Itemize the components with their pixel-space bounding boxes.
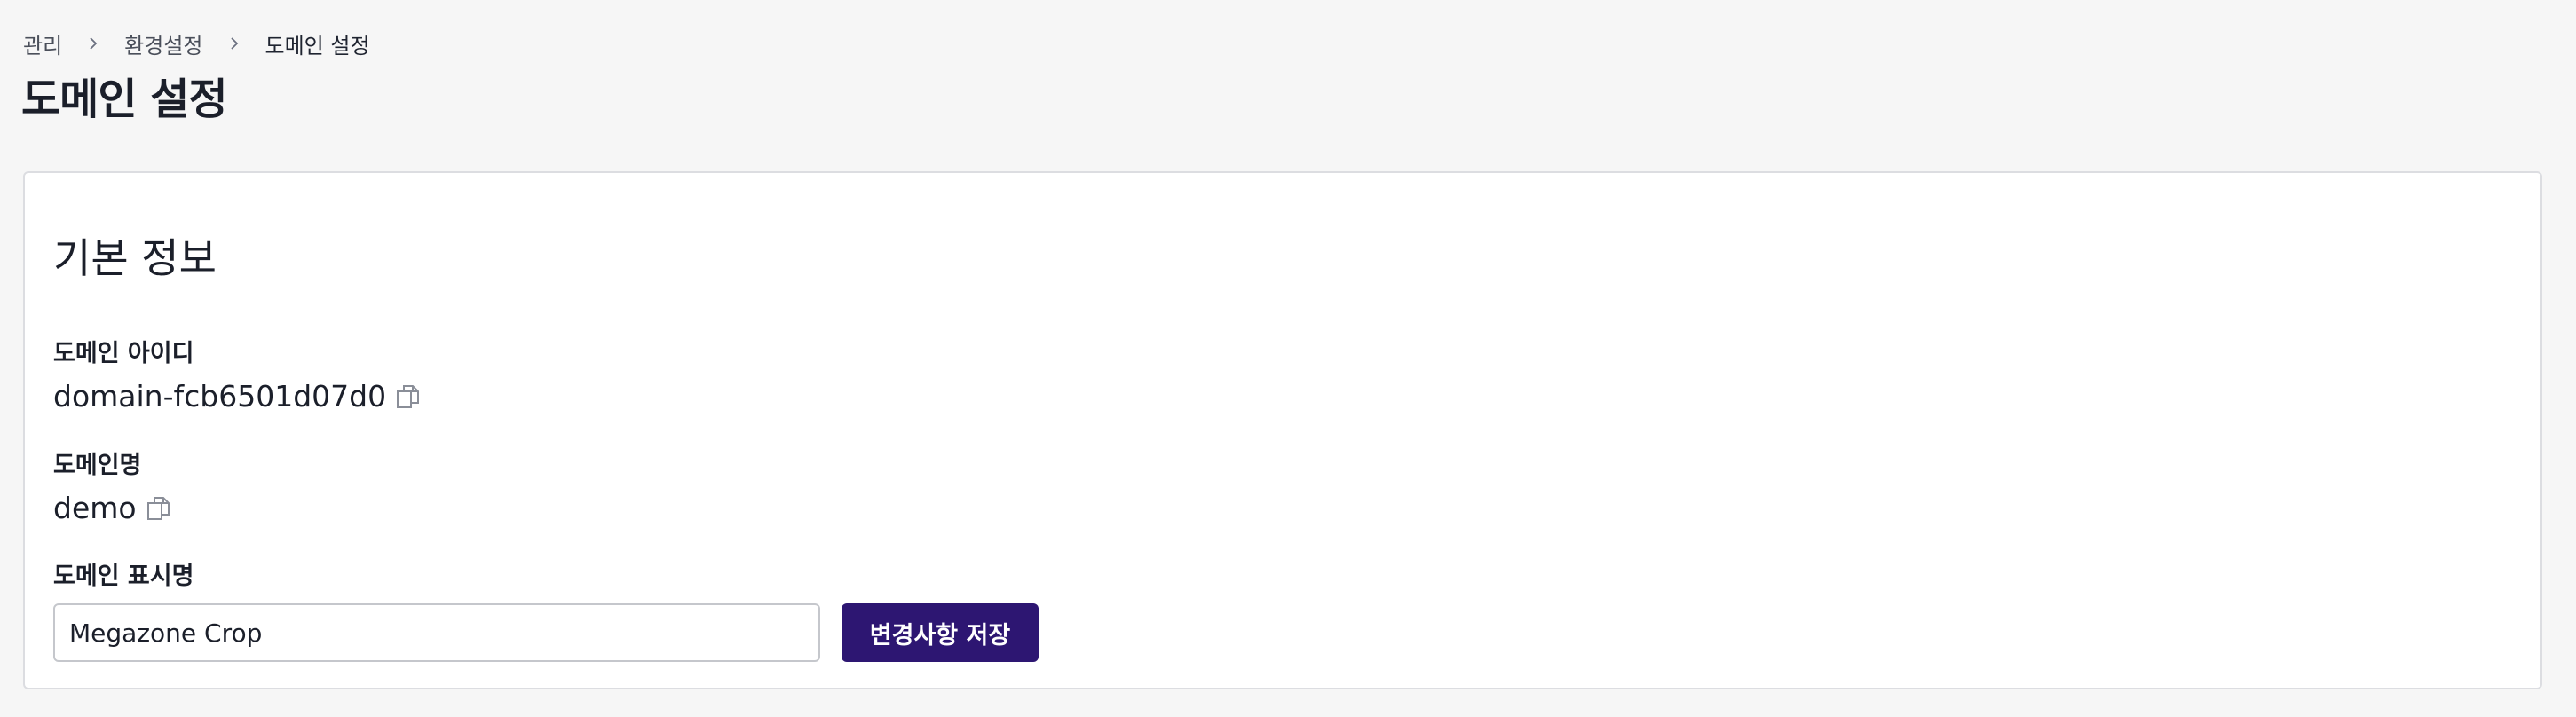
- display-name-input[interactable]: [53, 603, 820, 662]
- page-title: 도메인 설정: [21, 75, 228, 124]
- domain-name-value: demo: [53, 491, 137, 525]
- chevron-right-icon: [62, 28, 124, 59]
- chevron-right-icon: [203, 28, 265, 59]
- display-name-label: 도메인 표시명: [53, 563, 194, 590]
- section-title: 기본 정보: [53, 234, 217, 282]
- domain-id-field: domain-fcb6501d07d0: [53, 377, 423, 416]
- domain-id-value: domain-fcb6501d07d0: [53, 379, 387, 414]
- domain-settings-page: 관리 환경설정 도메인 설정 도메인 설정 기본 정보 도메인 아이디 doma…: [0, 0, 2576, 717]
- copy-icon[interactable]: [144, 493, 174, 524]
- breadcrumb-item-manage[interactable]: 관리: [23, 28, 62, 59]
- breadcrumb-item-settings[interactable]: 환경설정: [124, 28, 202, 59]
- save-changes-button[interactable]: 변경사항 저장: [842, 603, 1039, 662]
- breadcrumb: 관리 환경설정 도메인 설정: [23, 28, 370, 59]
- domain-id-label: 도메인 아이디: [53, 340, 194, 367]
- domain-name-label: 도메인명: [53, 452, 142, 479]
- breadcrumb-item-domain-settings: 도메인 설정: [265, 33, 370, 59]
- copy-icon[interactable]: [393, 382, 423, 412]
- domain-name-field: demo: [53, 489, 174, 528]
- basic-info-card: 기본 정보 도메인 아이디 domain-fcb6501d07d0 도메인명 d…: [23, 171, 2542, 689]
